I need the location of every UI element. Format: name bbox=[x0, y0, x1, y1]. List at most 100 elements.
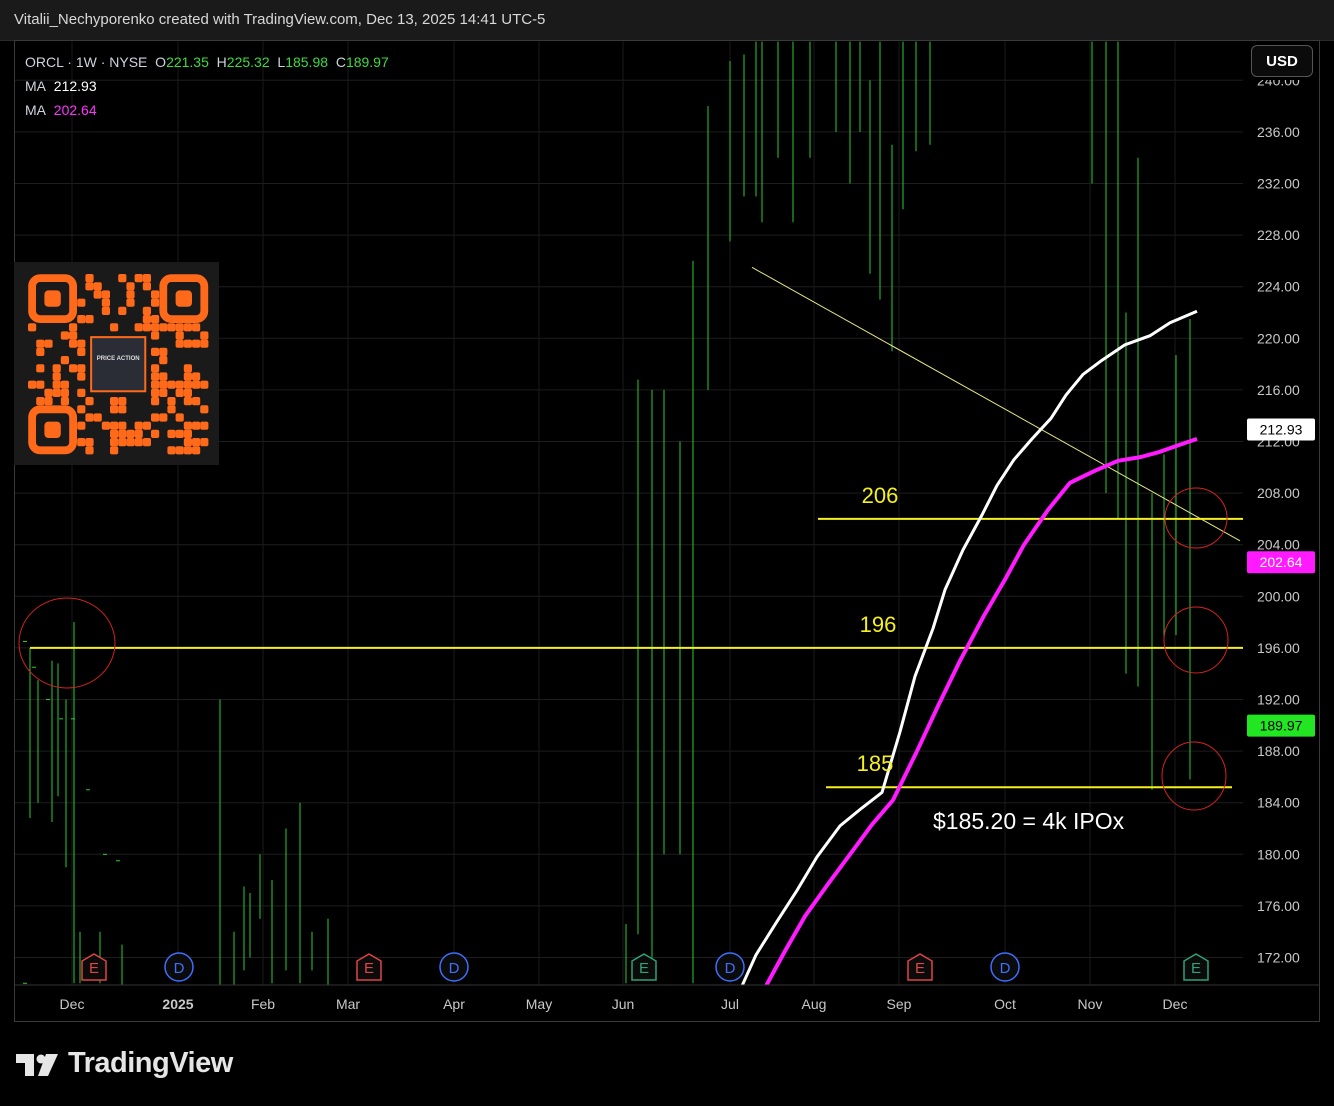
symbol-label[interactable]: ORCL · 1W · NYSE bbox=[25, 54, 147, 70]
qr-module bbox=[142, 274, 151, 283]
qr-module bbox=[60, 356, 69, 365]
qr-module bbox=[110, 429, 119, 438]
qr-module bbox=[200, 339, 209, 348]
qr-module bbox=[77, 405, 86, 414]
ma1-row[interactable]: MA 212.93 bbox=[25, 74, 389, 98]
price-tick-label: 200.00 bbox=[1257, 588, 1300, 604]
qr-module bbox=[60, 388, 69, 397]
qr-module bbox=[85, 282, 94, 291]
time-tick-label: Dec bbox=[1163, 996, 1188, 1012]
dividend-marker-icon[interactable]: D bbox=[439, 952, 469, 982]
qr-module bbox=[183, 372, 192, 381]
qr-module bbox=[93, 282, 102, 291]
qr-module bbox=[110, 438, 119, 447]
ohlc-row: ORCL · 1W · NYSE O221.35 H225.32 L185.98… bbox=[25, 50, 389, 74]
price-tick-label: 196.00 bbox=[1257, 640, 1300, 656]
qr-module bbox=[77, 298, 86, 307]
highlight-circle bbox=[1161, 741, 1227, 811]
qr-module bbox=[183, 380, 192, 389]
qr-module bbox=[183, 388, 192, 397]
event-letter: E bbox=[89, 960, 99, 977]
qr-module bbox=[36, 347, 45, 356]
qr-module bbox=[167, 429, 176, 438]
qr-module bbox=[52, 372, 61, 381]
dividend-marker-icon[interactable]: D bbox=[990, 952, 1020, 982]
annotations: 206 196 185 $185.20 = 4k IPOx bbox=[857, 483, 1125, 834]
qr-module bbox=[192, 421, 201, 430]
event-letter: E bbox=[639, 960, 649, 977]
qr-module bbox=[175, 429, 184, 438]
qr-module bbox=[69, 331, 78, 340]
qr-code: PRICE ACTION bbox=[14, 262, 219, 465]
time-axis[interactable]: Dec 2025 Feb Mar Apr May Jun Jul Aug Sep Oct Nov Dec bbox=[15, 984, 1320, 1012]
dividend-marker-icon[interactable]: D bbox=[164, 952, 194, 982]
qr-module bbox=[77, 438, 86, 447]
qr-module bbox=[142, 306, 151, 315]
qr-module bbox=[134, 323, 143, 332]
qr-module bbox=[126, 429, 135, 438]
qr-module bbox=[183, 438, 192, 447]
price-tick-label: 172.00 bbox=[1257, 950, 1300, 966]
tradingview-wordmark[interactable]: TradingView bbox=[68, 1047, 233, 1080]
time-tick-label: Oct bbox=[994, 996, 1016, 1012]
high-value: 225.32 bbox=[226, 54, 270, 70]
qr-module bbox=[44, 388, 53, 397]
qr-finder-dot bbox=[175, 290, 192, 307]
qr-code-icon: PRICE ACTION bbox=[28, 274, 209, 455]
qr-module bbox=[110, 421, 119, 430]
qr-module bbox=[200, 438, 209, 447]
low-value: 185.98 bbox=[285, 54, 329, 70]
qr-module bbox=[159, 413, 168, 422]
qr-module bbox=[183, 421, 192, 430]
qr-module bbox=[175, 413, 184, 422]
price-label-text: 202.64 bbox=[1260, 554, 1303, 570]
qr-module bbox=[36, 364, 45, 373]
qr-module bbox=[110, 405, 119, 414]
currency-button[interactable]: USD bbox=[1251, 45, 1313, 77]
qr-module bbox=[175, 380, 184, 389]
ma2-row[interactable]: MA 202.64 bbox=[25, 98, 389, 122]
qr-module bbox=[192, 397, 201, 406]
qr-module bbox=[134, 274, 143, 283]
qr-module bbox=[142, 438, 151, 447]
qr-module bbox=[167, 405, 176, 414]
event-letter: E bbox=[915, 960, 925, 977]
qr-module bbox=[151, 290, 160, 299]
level-label-185: 185 bbox=[857, 751, 894, 776]
qr-module bbox=[110, 446, 119, 455]
qr-module bbox=[60, 397, 69, 406]
price-label-text: 212.93 bbox=[1260, 422, 1303, 438]
price-tick-label: 236.00 bbox=[1257, 124, 1300, 140]
qr-module bbox=[175, 388, 184, 397]
qr-module bbox=[36, 339, 45, 348]
dividend-marker-icon[interactable]: D bbox=[715, 952, 745, 982]
qr-module bbox=[77, 388, 86, 397]
qr-module bbox=[77, 347, 86, 356]
open-value: 221.35 bbox=[166, 54, 209, 70]
qr-module bbox=[28, 323, 37, 332]
price-tick-label: 216.00 bbox=[1257, 382, 1300, 398]
qr-module bbox=[110, 323, 119, 332]
event-letter: D bbox=[449, 960, 460, 977]
price-tick-label: 232.00 bbox=[1257, 176, 1300, 192]
time-tick-label: Jul bbox=[721, 996, 739, 1012]
high-label: H bbox=[216, 54, 227, 70]
qr-module bbox=[142, 421, 151, 430]
price-tick-label: 224.00 bbox=[1257, 279, 1300, 295]
price-bars bbox=[23, 41, 1191, 985]
qr-module bbox=[159, 388, 168, 397]
qr-module bbox=[192, 380, 201, 389]
price-axis[interactable]: 172.00 176.00 180.00 184.00 188.00 192.00 196.… bbox=[1257, 72, 1300, 966]
qr-finder-dot bbox=[44, 421, 61, 438]
time-tick-label: Jun bbox=[612, 996, 635, 1012]
qr-module bbox=[167, 380, 176, 389]
qr-module bbox=[167, 446, 176, 455]
qr-module bbox=[151, 323, 160, 332]
qr-module bbox=[151, 413, 160, 422]
qr-module bbox=[118, 397, 127, 406]
ma-magenta-line bbox=[764, 437, 1198, 985]
qr-module bbox=[69, 323, 78, 332]
qr-module bbox=[183, 397, 192, 406]
chart-canvas[interactable]: 172.00 176.00 180.00 184.00 188.00 192.00 196.… bbox=[0, 0, 1334, 1106]
qr-module bbox=[192, 438, 201, 447]
